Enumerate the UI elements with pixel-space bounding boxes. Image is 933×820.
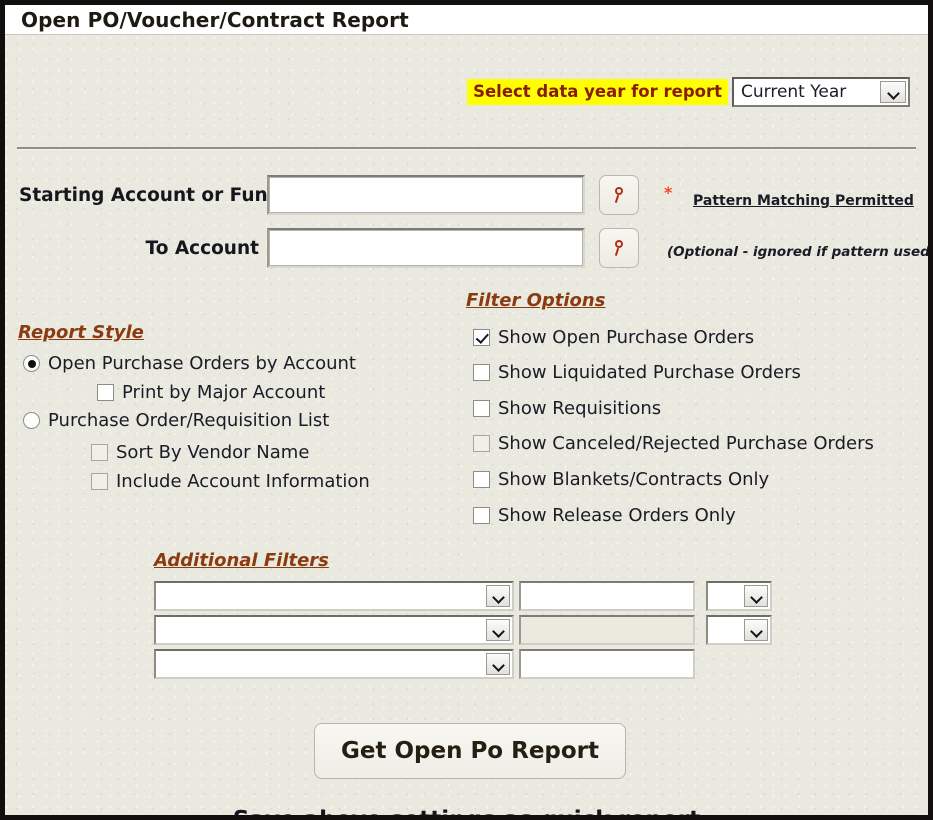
- checkbox-icon[interactable]: [97, 384, 114, 401]
- report-style-heading: Report Style: [18, 322, 144, 343]
- window-titlebar: Open PO/Voucher/Contract Report: [5, 5, 928, 35]
- option-label: Include Account Information: [116, 471, 370, 492]
- additional-filter-value-input-1[interactable]: [519, 581, 695, 611]
- header-divider: [17, 147, 916, 149]
- additional-filter-operator-select-1[interactable]: [706, 581, 772, 611]
- radio-icon[interactable]: [23, 412, 40, 429]
- starting-account-lookup-button[interactable]: [599, 175, 639, 215]
- checkbox-icon[interactable]: [91, 473, 108, 490]
- filter-option-show-open-purchase-orders[interactable]: Show Open Purchase Orders: [473, 327, 754, 348]
- additional-filter-operator-select-2[interactable]: [706, 615, 772, 645]
- to-account-label: To Account: [145, 237, 259, 259]
- form-body: Select data year for report Current Year…: [5, 35, 928, 815]
- option-label: Show Open Purchase Orders: [498, 327, 755, 348]
- filter-option-show-liquidated-purchase-orders[interactable]: Show Liquidated Purchase Orders: [473, 362, 801, 383]
- report-style-option-print-by-major-account[interactable]: Print by Major Account: [97, 382, 325, 403]
- option-label: Show Requisitions: [498, 398, 662, 419]
- additional-filter-field-select-2[interactable]: [154, 615, 514, 645]
- chevron-down-icon[interactable]: [486, 619, 510, 641]
- additional-filters-grid: [154, 581, 772, 683]
- checkbox-icon[interactable]: [473, 471, 490, 488]
- additional-filter-row: [154, 581, 772, 611]
- year-selector-row: Select data year for report Current Year: [467, 77, 910, 107]
- filter-option-show-blankets-contracts-only[interactable]: Show Blankets/Contracts Only: [473, 469, 769, 490]
- to-account-hint: (Optional - ignored if pattern used): [667, 244, 933, 260]
- report-style-option-include-account-information[interactable]: Include Account Information: [91, 471, 370, 492]
- chevron-down-icon[interactable]: [744, 619, 768, 641]
- filter-option-show-release-orders-only[interactable]: Show Release Orders Only: [473, 505, 736, 526]
- radio-icon[interactable]: [23, 355, 40, 372]
- filter-option-show-canceled-rejected-purchase-orders[interactable]: Show Canceled/Rejected Purchase Orders: [473, 433, 874, 454]
- year-selector-label: Select data year for report: [467, 79, 728, 105]
- option-label: Print by Major Account: [122, 382, 326, 403]
- option-label: Open Purchase Orders by Account: [48, 353, 356, 374]
- option-label: Show Liquidated Purchase Orders: [498, 362, 801, 383]
- chevron-down-icon[interactable]: [744, 585, 768, 607]
- checkbox-icon[interactable]: [473, 364, 490, 381]
- option-label: Show Blankets/Contracts Only: [498, 469, 770, 490]
- get-open-po-report-button[interactable]: Get Open Po Report: [314, 723, 626, 779]
- additional-filter-row: [154, 615, 772, 645]
- magnifier-icon: [611, 187, 627, 203]
- additional-filter-value-input-2: [519, 615, 695, 645]
- additional-filter-field-select-1[interactable]: [154, 581, 514, 611]
- chevron-down-icon[interactable]: [486, 653, 510, 675]
- page-title: Open PO/Voucher/Contract Report: [21, 7, 409, 32]
- checkbox-icon[interactable]: [473, 435, 490, 452]
- checkbox-icon[interactable]: [91, 444, 108, 461]
- data-year-select[interactable]: Current Year: [732, 77, 910, 107]
- checkbox-icon[interactable]: [473, 400, 490, 417]
- option-label: Show Release Orders Only: [498, 505, 736, 526]
- to-account-input[interactable]: [267, 228, 585, 268]
- magnifier-icon: [611, 240, 627, 256]
- required-marker: *: [664, 183, 673, 202]
- chevron-down-icon[interactable]: [880, 81, 906, 103]
- chevron-down-icon[interactable]: [486, 585, 510, 607]
- option-label: Sort By Vendor Name: [116, 442, 310, 463]
- report-style-option-open-po-by-account[interactable]: Open Purchase Orders by Account: [23, 353, 356, 374]
- starting-account-row: Starting Account or Fund: [19, 175, 639, 215]
- starting-account-input[interactable]: [267, 175, 585, 215]
- filter-options-heading: Filter Options: [466, 290, 606, 311]
- to-account-lookup-button[interactable]: [599, 228, 639, 268]
- report-style-option-sort-by-vendor-name[interactable]: Sort By Vendor Name: [91, 442, 309, 463]
- additional-filter-field-select-3[interactable]: [154, 649, 514, 679]
- starting-account-label: Starting Account or Fund: [19, 184, 281, 206]
- checkbox-icon[interactable]: [473, 329, 490, 346]
- data-year-value: Current Year: [741, 82, 847, 102]
- report-window: Open PO/Voucher/Contract Report Select d…: [0, 0, 933, 820]
- pattern-matching-hint[interactable]: Pattern Matching Permitted: [693, 193, 914, 209]
- report-style-option-po-requisition-list[interactable]: Purchase Order/Requisition List: [23, 410, 329, 431]
- option-label: Purchase Order/Requisition List: [48, 410, 330, 431]
- additional-filters-heading: Additional Filters: [154, 550, 329, 571]
- additional-filter-value-input-3[interactable]: [519, 649, 695, 679]
- checkbox-icon[interactable]: [473, 507, 490, 524]
- filter-option-show-requisitions[interactable]: Show Requisitions: [473, 398, 661, 419]
- to-account-row: To Account: [19, 228, 639, 268]
- save-quick-report-link[interactable]: Save above settings as quick report: [5, 807, 928, 815]
- option-label: Show Canceled/Rejected Purchase Orders: [498, 433, 874, 454]
- additional-filter-row: [154, 649, 772, 679]
